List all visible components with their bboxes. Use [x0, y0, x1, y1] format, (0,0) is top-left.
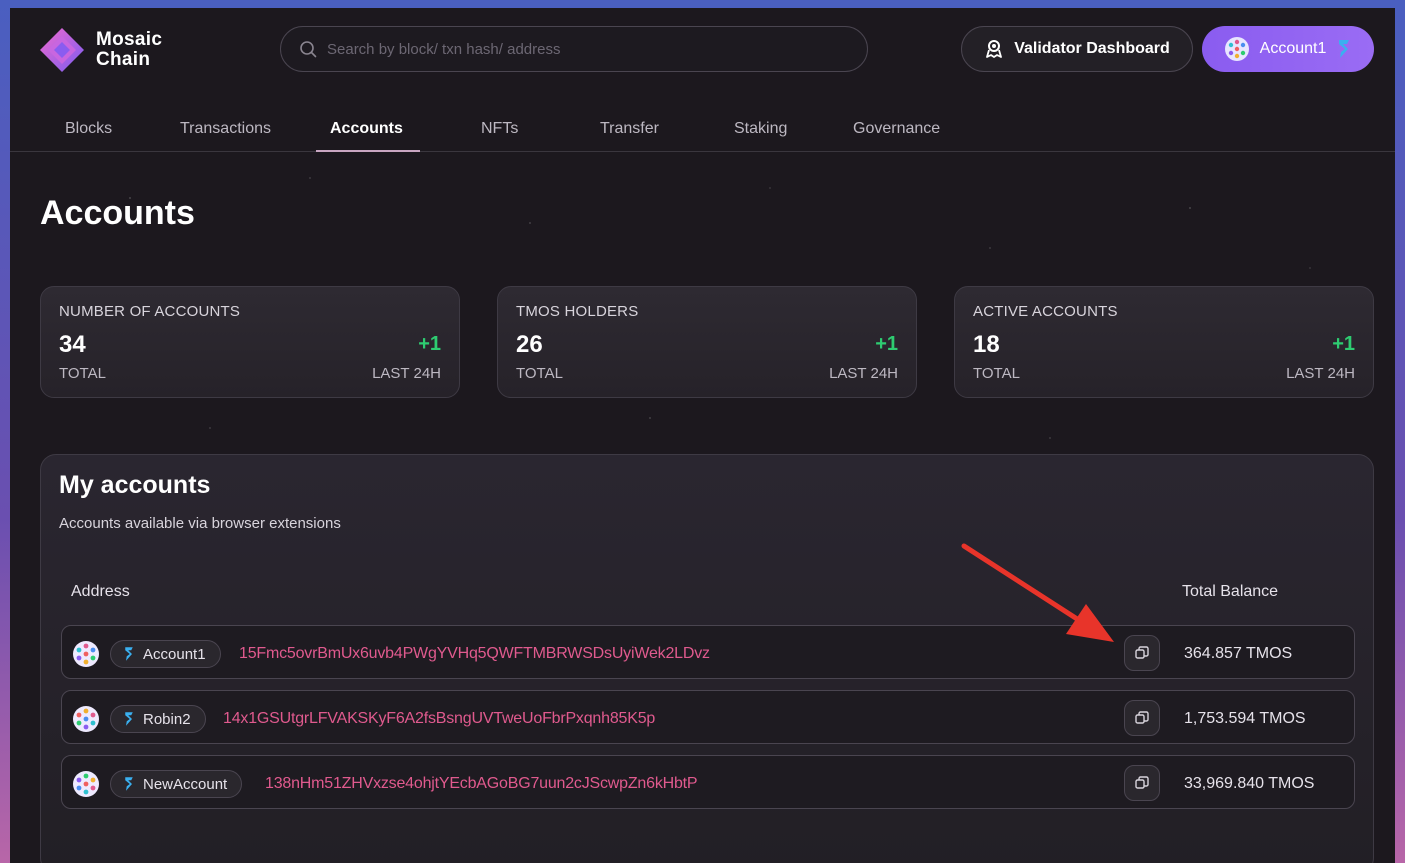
tab-blocks[interactable]: Blocks: [65, 120, 112, 138]
tab-staking[interactable]: Staking: [734, 120, 787, 138]
copy-address-button[interactable]: [1124, 765, 1160, 801]
tab-governance[interactable]: Governance: [853, 120, 940, 138]
tab-nfts[interactable]: NFTs: [481, 120, 518, 138]
stat-sub-left: TOTAL: [973, 365, 1020, 382]
brand-name: Mosaic Chain: [96, 30, 162, 70]
account-row-newaccount[interactable]: NewAccount 138nHm51ZHVxzse4ohjtYEcbAGoBG…: [61, 755, 1355, 809]
stat-sub-right: LAST 24H: [829, 365, 898, 382]
copy-address-button[interactable]: [1124, 700, 1160, 736]
stat-sub-left: TOTAL: [516, 365, 563, 382]
active-tab-indicator: [316, 150, 420, 152]
validator-dashboard-button[interactable]: Validator Dashboard: [961, 26, 1193, 72]
stat-label: TMOS HOLDERS: [516, 303, 639, 320]
column-header-address: Address: [71, 583, 130, 600]
stat-value: 34: [59, 331, 86, 358]
brand-line1: Mosaic: [96, 29, 163, 50]
stat-label: ACTIVE ACCOUNTS: [973, 303, 1118, 320]
account-avatar-icon: [1224, 37, 1249, 61]
account-row-account1[interactable]: Account1 15Fmc5ovrBmUx6uvb4PWgYVHq5QWFTM…: [61, 625, 1355, 679]
account-balance: 364.857 TMOS: [1184, 645, 1293, 662]
stat-sub-right: LAST 24H: [1286, 365, 1355, 382]
my-accounts-subtitle: Accounts available via browser extension…: [59, 515, 341, 532]
account-name: Robin2: [143, 710, 191, 728]
polkadot-s-icon: [125, 712, 133, 726]
polkadot-s-icon: [125, 647, 133, 661]
account-identicon-icon: [73, 641, 99, 667]
nav-tabs: Blocks Transactions Accounts NFTs Transf…: [10, 104, 1395, 152]
stat-value: 18: [973, 331, 1000, 358]
account-button[interactable]: Account1: [1202, 26, 1374, 72]
my-accounts-panel: My accounts Accounts available via brows…: [40, 454, 1374, 863]
account-button-label: Account1: [1259, 40, 1327, 57]
account-name: Account1: [143, 645, 206, 663]
validator-dashboard-label: Validator Dashboard: [1014, 40, 1170, 57]
brand-line2: Chain: [96, 49, 151, 70]
copy-icon: [1135, 776, 1149, 789]
app-window: Mosaic Chain Validator Dashboard Account…: [10, 8, 1395, 863]
account-name-pill: Account1: [110, 640, 221, 668]
account-address-link[interactable]: 14x1GSUtgrLFVAKSKyF6A2fsBsngUVTweUoFbrPx…: [223, 710, 655, 728]
brand-logo[interactable]: Mosaic Chain: [38, 26, 162, 74]
column-header-total-balance: Total Balance: [1182, 583, 1279, 600]
account-address-link[interactable]: 15Fmc5ovrBmUx6uvb4PWgYVHq5QWFTMBRWSDsUyi…: [239, 645, 710, 663]
account-address-link[interactable]: 138nHm51ZHVxzse4ohjtYEcbAGoBG7uun2cJScwp…: [265, 775, 698, 793]
polkadot-s-icon: [1339, 40, 1350, 58]
stat-card-active-accounts: ACTIVE ACCOUNTS 18 +1 TOTAL LAST 24H: [954, 286, 1374, 398]
account-balance: 1,753.594 TMOS: [1184, 710, 1306, 727]
account-identicon-icon: [73, 706, 99, 732]
account-name-pill: Robin2: [110, 705, 206, 733]
validator-icon: [986, 40, 1003, 58]
account-balance: 33,969.840 TMOS: [1184, 775, 1315, 792]
account-name-pill: NewAccount: [110, 770, 243, 798]
search-bar[interactable]: [280, 26, 868, 72]
stat-sub-left: TOTAL: [59, 365, 106, 382]
stat-sub-right: LAST 24H: [372, 365, 441, 382]
my-accounts-title: My accounts: [59, 471, 211, 499]
page-title: Accounts: [40, 194, 195, 232]
mosaic-logo-icon: [40, 28, 84, 72]
tab-transactions[interactable]: Transactions: [180, 120, 271, 138]
tab-transfer[interactable]: Transfer: [600, 120, 659, 138]
tab-accounts[interactable]: Accounts: [330, 120, 403, 138]
stat-value: 26: [516, 331, 543, 358]
account-name: NewAccount: [143, 775, 228, 793]
copy-icon: [1135, 646, 1149, 659]
copy-address-button[interactable]: [1124, 635, 1160, 671]
account-identicon-icon: [73, 771, 99, 797]
copy-icon: [1135, 711, 1149, 724]
stat-delta: +1: [1332, 333, 1355, 355]
stat-card-tmos-holders: TMOS HOLDERS 26 +1 TOTAL LAST 24H: [497, 286, 917, 398]
polkadot-s-icon: [125, 777, 133, 791]
stat-delta: +1: [418, 333, 441, 355]
account-row-robin2[interactable]: Robin2 14x1GSUtgrLFVAKSKyF6A2fsBsngUVTwe…: [61, 690, 1355, 744]
stat-delta: +1: [875, 333, 898, 355]
search-icon: [300, 41, 317, 58]
stat-card-number-of-accounts: NUMBER OF ACCOUNTS 34 +1 TOTAL LAST 24H: [40, 286, 460, 398]
search-input[interactable]: [327, 40, 867, 58]
stat-label: NUMBER OF ACCOUNTS: [59, 303, 241, 320]
